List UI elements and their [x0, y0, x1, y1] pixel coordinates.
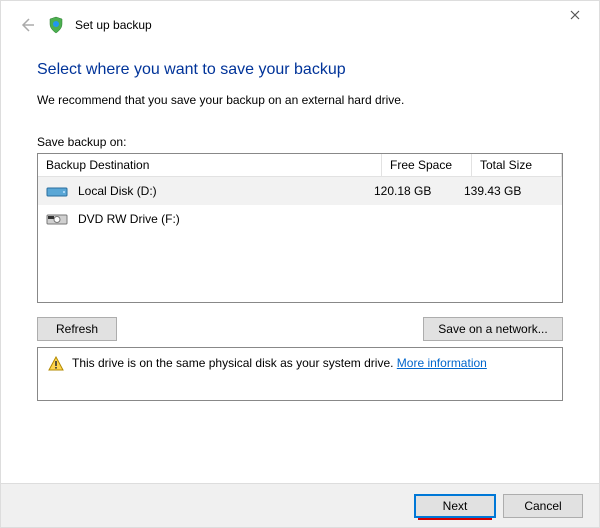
close-button[interactable] [561, 5, 589, 25]
warning-text-container: This drive is on the same physical disk … [72, 356, 487, 370]
warning-icon [48, 356, 64, 372]
recommend-text: We recommend that you save your backup o… [37, 93, 563, 107]
list-header: Backup Destination Free Space Total Size [38, 154, 562, 177]
dvd-drive-icon [46, 210, 68, 228]
list-item[interactable]: Local Disk (D:) 120.18 GB 139.43 GB [38, 177, 562, 205]
col-header-total[interactable]: Total Size [472, 154, 562, 177]
drive-name: Local Disk (D:) [78, 184, 157, 198]
col-header-free[interactable]: Free Space [382, 154, 472, 177]
cancel-button[interactable]: Cancel [503, 494, 583, 518]
save-on-network-button[interactable]: Save on a network... [423, 317, 563, 341]
page-heading: Select where you want to save your backu… [37, 61, 563, 79]
arrow-left-icon [19, 17, 35, 33]
warning-text: This drive is on the same physical disk … [72, 356, 393, 370]
save-on-label: Save backup on: [37, 135, 563, 149]
drive-name: DVD RW Drive (F:) [78, 212, 180, 226]
wizard-header: Set up backup [1, 1, 599, 43]
destination-list[interactable]: Backup Destination Free Space Total Size… [37, 153, 563, 303]
refresh-button[interactable]: Refresh [37, 317, 117, 341]
content-area: Select where you want to save your backu… [1, 43, 599, 401]
drive-total: 139.43 GB [464, 184, 554, 198]
more-information-link[interactable]: More information [397, 356, 487, 370]
wizard-footer: Next Cancel [1, 483, 599, 527]
drive-free: 120.18 GB [374, 184, 464, 198]
window-title: Set up backup [75, 18, 152, 32]
list-item[interactable]: DVD RW Drive (F:) [38, 205, 562, 233]
hdd-icon [46, 182, 68, 200]
warning-box: This drive is on the same physical disk … [37, 347, 563, 401]
back-button[interactable] [17, 15, 37, 35]
next-button[interactable]: Next [415, 495, 495, 517]
close-icon [570, 10, 580, 20]
col-header-destination[interactable]: Backup Destination [38, 154, 382, 177]
backup-shield-icon [47, 16, 65, 34]
list-body: Local Disk (D:) 120.18 GB 139.43 GB DVD … [38, 177, 562, 233]
